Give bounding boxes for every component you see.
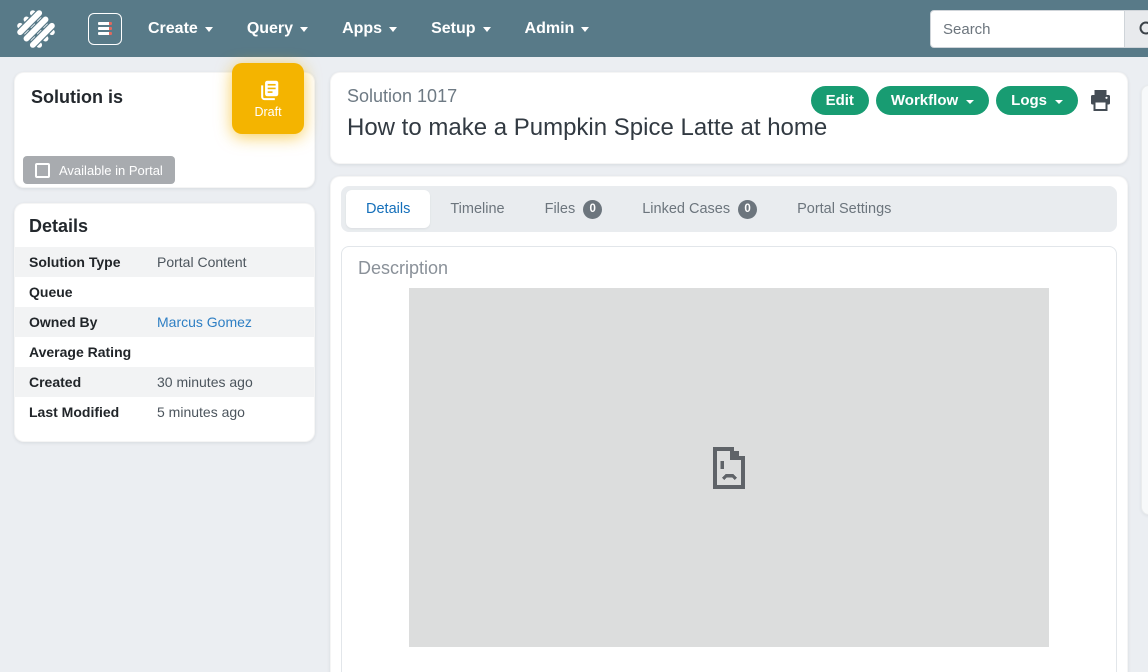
description-section: Description (341, 246, 1117, 672)
print-button[interactable] (1088, 89, 1113, 112)
logo-knot-icon[interactable] (12, 5, 60, 53)
details-label: Queue (15, 277, 157, 307)
details-row: Queue (15, 277, 314, 307)
tab-portal-settings[interactable]: Portal Settings (777, 190, 911, 228)
details-table-body: Solution Type Portal Content Queue Owned… (15, 247, 314, 427)
workflow-button[interactable]: Workflow (876, 86, 989, 115)
caret-down-icon (389, 27, 397, 32)
details-label: Owned By (15, 307, 157, 337)
details-value: Portal Content (157, 247, 314, 277)
details-row: Last Modified 5 minutes ago (15, 397, 314, 427)
top-navbar: Create Query Apps Setup Admin (0, 0, 1148, 57)
printer-icon (1088, 89, 1113, 112)
count-badge: 0 (583, 200, 602, 219)
details-value (157, 337, 314, 367)
details-value: 30 minutes ago (157, 367, 314, 397)
caret-down-icon (205, 27, 213, 32)
details-row: Created 30 minutes ago (15, 367, 314, 397)
tab-files[interactable]: Files 0 (525, 190, 623, 228)
record-header-card: Solution 1017 How to make a Pumpkin Spic… (330, 72, 1128, 164)
description-image-placeholder (409, 288, 1049, 647)
caret-down-icon (581, 27, 589, 32)
record-body-card: Details Timeline Files 0 Linked Cases 0 … (330, 176, 1128, 672)
available-in-portal-button[interactable]: Available in Portal (23, 156, 175, 184)
nav-item-admin[interactable]: Admin (525, 20, 590, 38)
caret-down-icon (483, 27, 491, 32)
available-in-portal-label: Available in Portal (59, 163, 163, 178)
main-content: Solution 1017 How to make a Pumpkin Spic… (330, 72, 1128, 672)
details-label: Average Rating (15, 337, 157, 367)
caret-down-icon (1055, 100, 1063, 104)
details-value: 5 minutes ago (157, 397, 314, 427)
search-input[interactable] (930, 10, 1124, 48)
menu-toggle-button[interactable] (88, 13, 122, 45)
details-table: Solution Type Portal Content Queue Owned… (15, 247, 314, 427)
tab-timeline[interactable]: Timeline (430, 190, 524, 228)
header-actions: Edit Workflow Logs (811, 86, 1113, 115)
nav-item-setup[interactable]: Setup (431, 20, 490, 38)
tab-details[interactable]: Details (346, 190, 430, 228)
nav-item-create[interactable]: Create (148, 20, 213, 38)
cutoff-right-panel (1141, 85, 1148, 515)
details-row: Average Rating (15, 337, 314, 367)
logs-button[interactable]: Logs (996, 86, 1078, 115)
tabs-bar: Details Timeline Files 0 Linked Cases 0 … (341, 186, 1117, 232)
details-label: Last Modified (15, 397, 157, 427)
details-label: Solution Type (15, 247, 157, 277)
details-row: Solution Type Portal Content (15, 247, 314, 277)
details-card-title: Details (15, 216, 314, 247)
caret-down-icon (300, 27, 308, 32)
page-title: How to make a Pumpkin Spice Latte at hom… (347, 114, 1111, 142)
caret-down-icon (966, 100, 974, 104)
tab-linked-cases[interactable]: Linked Cases 0 (622, 190, 777, 228)
details-label: Created (15, 367, 157, 397)
details-card: Details Solution Type Portal Content Que… (14, 203, 315, 442)
details-value: Marcus Gomez (157, 307, 314, 337)
details-value (157, 277, 314, 307)
edit-button[interactable]: Edit (811, 86, 869, 115)
status-card: Solution is Draft Available in Portal (14, 72, 315, 188)
journals-icon (257, 79, 280, 102)
search-group (930, 10, 1148, 48)
nav-menu: Create Query Apps Setup Admin (148, 20, 589, 38)
broken-image-icon (712, 446, 746, 490)
owner-link[interactable]: Marcus Gomez (157, 314, 252, 330)
checkbox-icon (35, 163, 50, 178)
left-sidebar: Solution is Draft Available in Portal De… (14, 72, 315, 442)
hamburger-icon (98, 22, 112, 25)
description-title: Description (342, 247, 1116, 288)
count-badge: 0 (738, 200, 757, 219)
status-badge[interactable]: Draft (232, 63, 304, 134)
status-badge-label: Draft (254, 105, 281, 119)
nav-item-apps[interactable]: Apps (342, 20, 397, 38)
magnifier-icon (1138, 20, 1148, 38)
search-button[interactable] (1124, 10, 1148, 48)
nav-item-query[interactable]: Query (247, 20, 308, 38)
details-row: Owned By Marcus Gomez (15, 307, 314, 337)
